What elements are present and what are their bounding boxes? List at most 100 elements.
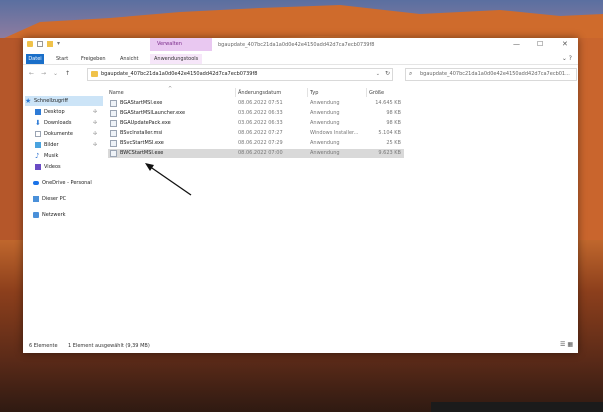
sidebar-item-desktop[interactable]: Desktop — [35, 107, 65, 117]
file-row[interactable]: BSvcInstaller.msi 08.06.2022 07:27 Windo… — [108, 129, 404, 138]
exe-file-icon — [110, 100, 117, 107]
back-icon[interactable]: ← — [29, 70, 34, 77]
file-date: 03.06.2022 06:33 — [238, 110, 283, 116]
file-date: 08.06.2022 07:27 — [238, 130, 283, 136]
file-name: BSvcStartMSI.exe — [120, 140, 164, 146]
exe-file-icon — [110, 140, 117, 147]
file-name: BGAStartMSI.exe — [120, 100, 163, 106]
sort-indicator-icon: ^ — [168, 86, 173, 92]
context-tab-title: Verwalten — [157, 41, 182, 47]
taskbar-fragment — [431, 402, 603, 412]
file-size: 9.623 KB — [378, 150, 401, 156]
explorer-window: ▾ Verwalten bgaupdate_407bc21da1a0d0e42e… — [23, 38, 578, 353]
pin-icon[interactable]: ✢ — [93, 131, 97, 137]
file-row[interactable]: BGAStartMSILauncher.exe 03.06.2022 06:33… — [108, 109, 404, 118]
chevron-down-icon[interactable]: ⌄ — [376, 71, 380, 77]
forward-icon[interactable]: → — [41, 70, 46, 77]
up-icon[interactable]: ↑ — [65, 70, 70, 77]
file-row[interactable]: BSvcStartMSI.exe 08.06.2022 07:29 Anwend… — [108, 139, 404, 148]
pin-icon[interactable]: ✢ — [93, 120, 97, 126]
sidebar-item-label: Musik — [44, 153, 59, 159]
file-date: 08.06.2022 07:00 — [238, 150, 283, 156]
address-path: bgaupdate_407bc21da1a0d0e42e4150add42d7c… — [101, 71, 258, 77]
sidebar-item-label: Desktop — [44, 109, 65, 115]
sidebar-item-documents[interactable]: Dokumente — [35, 129, 73, 139]
refresh-icon[interactable]: ↻ — [385, 70, 390, 77]
document-icon — [35, 130, 41, 137]
ribbon-help[interactable]: ⌄ ? — [562, 55, 572, 62]
ribbon-tabs: Datei Start Freigeben Ansicht Anwendungs… — [23, 54, 578, 65]
new-folder-icon[interactable] — [47, 41, 53, 47]
msi-file-icon — [110, 130, 117, 137]
file-name: BWCStartMSI.exe — [120, 150, 164, 156]
file-row-selected[interactable]: BWCStartMSI.exe 08.06.2022 07:00 Anwendu… — [108, 149, 404, 158]
picture-icon — [35, 141, 41, 148]
video-icon — [35, 163, 41, 170]
sidebar-item-onedrive[interactable]: OneDrive - Personal — [33, 178, 92, 188]
tab-application-tools[interactable]: Anwendungstools — [150, 54, 203, 64]
minimize-button[interactable]: — — [513, 40, 520, 48]
address-bar[interactable]: bgaupdate_407bc21da1a0d0e42e4150add42d7c… — [87, 68, 393, 81]
column-header-name[interactable]: Name — [109, 90, 124, 96]
file-date: 08.06.2022 07:51 — [238, 100, 283, 106]
checkbox-icon[interactable] — [37, 41, 43, 47]
column-separator[interactable] — [366, 88, 367, 97]
file-name: BGAUpdatePack.exe — [120, 120, 171, 126]
close-button[interactable]: ✕ — [562, 40, 568, 48]
tab-view[interactable]: Ansicht — [120, 54, 138, 64]
sidebar-item-pictures[interactable]: Bilder — [35, 140, 59, 150]
column-header-size[interactable]: Größe — [369, 90, 384, 96]
download-icon: ⬇ — [35, 118, 41, 127]
file-type: Anwendung — [310, 120, 340, 126]
sidebar-item-label: Dieser PC — [42, 196, 67, 202]
file-name: BSvcInstaller.msi — [120, 130, 163, 136]
file-date: 03.06.2022 06:33 — [238, 120, 283, 126]
tab-start[interactable]: Start — [56, 54, 68, 64]
sidebar-item-music[interactable]: ♪ Musik — [35, 151, 58, 161]
file-size: 98 KB — [386, 110, 401, 116]
star-icon: ★ — [25, 96, 32, 105]
folder-icon — [27, 41, 33, 47]
pin-icon[interactable]: ✢ — [93, 109, 97, 115]
status-selection: 1 Element ausgewählt (9,39 MB) — [68, 343, 150, 349]
sidebar-item-label: OneDrive - Personal — [42, 180, 92, 186]
pin-icon[interactable]: ✢ — [93, 142, 97, 148]
column-header-date[interactable]: Änderungsdatum — [238, 90, 281, 96]
computer-icon — [33, 195, 39, 202]
search-input[interactable]: ⌕ bgaupdate_407bc21da1a0d0e42e4150add42d… — [405, 68, 577, 81]
title-bar: ▾ Verwalten bgaupdate_407bc21da1a0d0e42e… — [23, 38, 578, 54]
sidebar-item-network[interactable]: Netzwerk — [33, 210, 66, 220]
maximize-button[interactable]: ☐ — [537, 40, 543, 48]
sidebar-item-quick-access[interactable]: ★ Schnellzugriff — [25, 96, 103, 106]
sidebar-item-label: Downloads — [44, 120, 72, 126]
sidebar-item-downloads[interactable]: ⬇ Downloads — [35, 118, 71, 128]
sidebar-item-label: Dokumente — [44, 131, 73, 137]
exe-file-icon — [110, 120, 117, 127]
recent-dropdown-icon[interactable]: ⌄ — [53, 70, 58, 77]
file-size: 98 KB — [386, 120, 401, 126]
view-toggle-icons[interactable]: ☰ ▦ — [560, 341, 573, 348]
column-separator[interactable] — [235, 88, 236, 97]
sidebar-item-label: Bilder — [44, 142, 59, 148]
sidebar-item-videos[interactable]: Videos — [35, 162, 61, 172]
sidebar-item-label: Schnellzugriff — [34, 98, 68, 104]
search-placeholder: bgaupdate_407bc21da1a0d0e42e4150add42d7c… — [420, 71, 570, 77]
music-icon: ♪ — [35, 151, 40, 160]
folder-icon — [91, 71, 98, 77]
annotation-arrow — [145, 163, 192, 196]
qat-dropdown-icon[interactable]: ▾ — [57, 41, 63, 47]
column-header-type[interactable]: Typ — [310, 90, 318, 96]
file-date: 08.06.2022 07:29 — [238, 140, 283, 146]
file-size: 14.645 KB — [375, 100, 401, 106]
column-separator[interactable] — [307, 88, 308, 97]
tab-file[interactable]: Datei — [26, 54, 44, 64]
file-row[interactable]: BGAUpdatePack.exe 03.06.2022 06:33 Anwen… — [108, 119, 404, 128]
search-icon: ⌕ — [409, 70, 413, 77]
file-row[interactable]: BGAStartMSI.exe 08.06.2022 07:51 Anwendu… — [108, 99, 404, 108]
quick-access-toolbar: ▾ — [27, 41, 63, 47]
sidebar-item-this-pc[interactable]: Dieser PC — [33, 194, 66, 204]
tab-share[interactable]: Freigeben — [81, 54, 106, 64]
file-name: BGAStartMSILauncher.exe — [120, 110, 186, 116]
status-item-count: 6 Elemente — [29, 343, 58, 349]
address-row: ← → ⌄ ↑ bgaupdate_407bc21da1a0d0e42e4150… — [23, 67, 578, 81]
